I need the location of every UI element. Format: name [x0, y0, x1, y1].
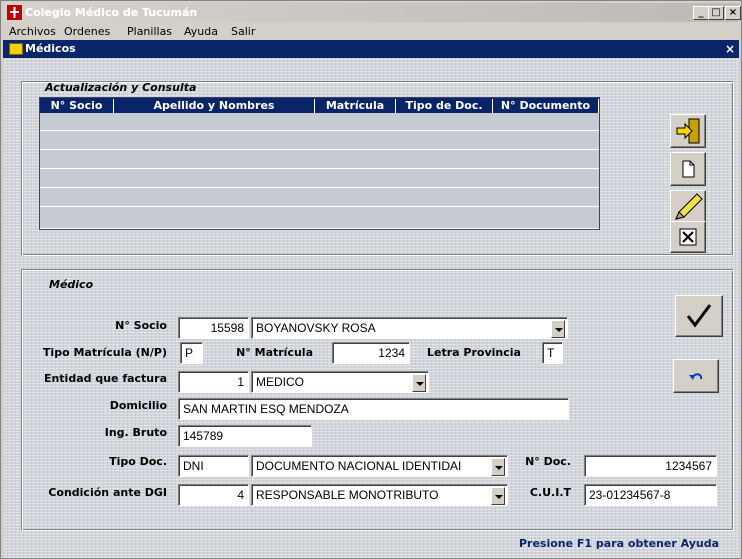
- medicos-grid[interactable]: N° Socio Apellido y Nombres Matrícula Ti…: [39, 97, 600, 230]
- form-icon: [9, 43, 23, 55]
- undo-icon: [689, 373, 703, 380]
- condicion-dgi-label: Condición ante DGI: [48, 486, 167, 499]
- table-row[interactable]: [40, 170, 599, 188]
- menu-archivos[interactable]: Archivos: [9, 25, 56, 38]
- domicilio-label: Domicilio: [109, 399, 167, 412]
- chevron-down-icon[interactable]: [551, 320, 565, 338]
- table-row[interactable]: [40, 208, 599, 229]
- child-window-title: Médicos: [25, 42, 76, 55]
- menu-salir[interactable]: Salir: [231, 25, 255, 38]
- menu-ordenes[interactable]: Ordenes: [64, 25, 110, 38]
- tipo-doc-label: Tipo Doc.: [109, 455, 167, 468]
- ndoc-input[interactable]: 1234567: [584, 455, 717, 477]
- entidad-number-input[interactable]: 1: [178, 371, 249, 393]
- status-bar-text: Presione F1 para obtener Ayuda: [518, 537, 719, 550]
- tipo-matricula-label: Tipo Matrícula (N/P): [42, 346, 167, 359]
- col-nsocio[interactable]: N° Socio: [40, 99, 114, 113]
- socio-number-input[interactable]: 15598: [178, 317, 249, 339]
- title-bar: Colegio Médico de Tucumán _ □ ×: [3, 3, 741, 22]
- close-button[interactable]: ×: [725, 6, 741, 20]
- menu-ayuda[interactable]: Ayuda: [184, 25, 218, 38]
- ndoc-label: N° Doc.: [525, 455, 571, 468]
- chevron-down-icon[interactable]: [491, 487, 505, 505]
- delete-x-icon: [679, 228, 697, 246]
- cuit-label: C.U.I.T: [529, 486, 571, 499]
- delete-button[interactable]: [670, 221, 706, 253]
- table-row[interactable]: [40, 151, 599, 169]
- edit-button[interactable]: [670, 190, 706, 224]
- letra-provincia-input[interactable]: T: [542, 342, 563, 364]
- tipo-doc-desc-value: DOCUMENTO NACIONAL IDENTIDAI: [256, 459, 462, 473]
- menu-planillas[interactable]: Planillas: [127, 25, 172, 38]
- chevron-down-icon[interactable]: [412, 374, 426, 392]
- menu-bar: Archivos Ordenes Planillas Ayuda Salir: [3, 23, 739, 40]
- condicion-value: RESPONSABLE MONOTRIBUTO: [256, 488, 439, 502]
- new-document-icon: [682, 160, 695, 178]
- child-window-bar: Médicos ×: [3, 40, 739, 58]
- col-tipodoc[interactable]: Tipo de Doc.: [396, 99, 493, 113]
- exit-door-icon: [676, 118, 700, 144]
- ing-bruto-input[interactable]: 145789: [178, 425, 312, 447]
- matricula-input[interactable]: 1234: [332, 342, 410, 364]
- ing-bruto-label: Ing. Bruto: [104, 426, 167, 439]
- condicion-select[interactable]: RESPONSABLE MONOTRIBUTO: [251, 484, 508, 506]
- entidad-label: Entidad que factura: [43, 372, 167, 385]
- col-ndocumento[interactable]: N° Documento: [493, 99, 599, 113]
- tipo-doc-select[interactable]: DOCUMENTO NACIONAL IDENTIDAI: [251, 455, 508, 477]
- table-row[interactable]: [40, 189, 599, 207]
- confirm-button[interactable]: [675, 295, 723, 337]
- child-close-button[interactable]: ×: [725, 42, 735, 56]
- new-button[interactable]: [670, 152, 706, 186]
- consulta-title: Actualización y Consulta: [45, 81, 197, 94]
- letra-provincia-label: Letra Provincia: [427, 346, 521, 359]
- chevron-down-icon[interactable]: [491, 458, 505, 476]
- minimize-button[interactable]: _: [693, 6, 709, 20]
- maximize-button[interactable]: □: [708, 6, 724, 20]
- socio-name-select[interactable]: BOYANOVSKY ROSA: [251, 317, 568, 339]
- medico-title: Médico: [49, 278, 94, 291]
- domicilio-input[interactable]: SAN MARTIN ESQ MENDOZA: [178, 398, 569, 420]
- table-row[interactable]: [40, 132, 599, 150]
- col-apellido[interactable]: Apellido y Nombres: [114, 99, 315, 113]
- table-row[interactable]: [40, 113, 599, 131]
- window-title: Colegio Médico de Tucumán: [25, 6, 198, 19]
- condicion-number-input[interactable]: 4: [178, 484, 249, 506]
- exit-button[interactable]: [670, 114, 706, 148]
- grid-header: N° Socio Apellido y Nombres Matrícula Ti…: [40, 98, 599, 113]
- tipo-doc-input[interactable]: DNI: [178, 455, 249, 477]
- checkmark-icon: [686, 304, 712, 328]
- main-window: Colegio Médico de Tucumán _ □ × Archivos…: [0, 0, 742, 559]
- pencil-icon: [675, 193, 703, 220]
- socio-name-value: BOYANOVSKY ROSA: [256, 321, 376, 335]
- entidad-value: MEDICO: [256, 375, 304, 389]
- matricula-label: N° Matrícula: [236, 346, 313, 359]
- cuit-input[interactable]: 23-01234567-8: [584, 484, 717, 506]
- caduceus-icon: [7, 5, 22, 20]
- tipo-matricula-input[interactable]: P: [180, 342, 203, 364]
- socio-label: N° Socio: [115, 319, 167, 332]
- undo-button[interactable]: [673, 359, 719, 393]
- entidad-select[interactable]: MEDICO: [251, 371, 429, 393]
- col-matricula[interactable]: Matrícula: [315, 99, 396, 113]
